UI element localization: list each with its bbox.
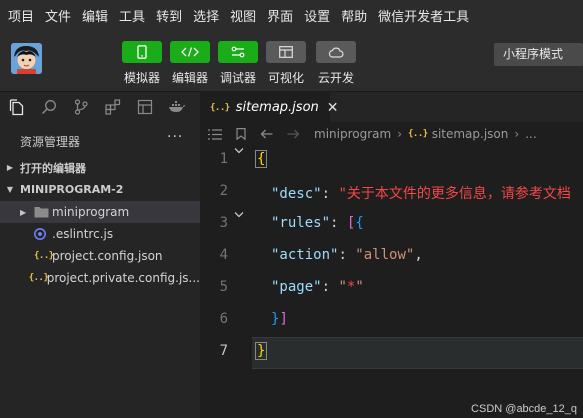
chevron-down-icon: ▼	[6, 185, 14, 194]
project-section[interactable]: ▼ MINIPROGRAM-2	[0, 179, 200, 200]
eslint-icon	[34, 228, 52, 240]
activity-bar	[0, 92, 200, 122]
code-line-2: "desc": "关于本文件的更多信息，请参考文档	[271, 186, 571, 202]
line-number: 7	[219, 343, 228, 359]
simulator-tool[interactable]: 模拟器	[118, 41, 166, 86]
tree-item-project-config[interactable]: {..} project.config.json	[0, 245, 200, 267]
tab-sitemap-json[interactable]: {..} sitemap.json ✕	[200, 92, 339, 122]
breadcrumb-item[interactable]: ...	[525, 127, 536, 141]
current-line-highlight	[252, 337, 583, 369]
folder-icon	[34, 206, 52, 218]
menu-help[interactable]: 帮助	[341, 6, 367, 25]
menu-interface[interactable]: 界面	[267, 6, 293, 25]
project-label: MINIPROGRAM-2	[20, 183, 124, 196]
explorer-icon[interactable]	[7, 97, 27, 117]
line-number: 2	[219, 183, 228, 199]
tree-item-project-private-config[interactable]: {..} project.private.config.js...	[0, 267, 200, 289]
chevron-right-icon: ›	[514, 127, 520, 141]
breadcrumb-item[interactable]: sitemap.json	[432, 127, 509, 141]
editor-tool[interactable]: 编辑器	[166, 41, 214, 86]
phone-icon[interactable]	[122, 41, 162, 63]
debugger-label: 调试器	[219, 71, 256, 85]
menu-view[interactable]: 视图	[230, 6, 256, 25]
mode-select[interactable]: 小程序模式	[494, 43, 583, 66]
menu-select[interactable]: 选择	[193, 6, 219, 25]
json-icon: {..}	[210, 102, 230, 113]
chevron-right-icon: ▶	[6, 163, 14, 172]
tree-item-eslintrc[interactable]: .eslintrc.js	[0, 223, 200, 245]
breadcrumb-item[interactable]: miniprogram	[314, 127, 391, 141]
editor-label: 编辑器	[171, 71, 208, 85]
editor-tab-bar: {..} sitemap.json ✕	[200, 92, 583, 122]
menu-tools[interactable]: 工具	[119, 6, 145, 25]
code-line-3: "rules": [{	[271, 215, 364, 231]
line-number: 1	[219, 151, 228, 167]
simulator-label: 模拟器	[123, 71, 160, 85]
menu-edit[interactable]: 编辑	[82, 6, 108, 25]
json-icon: {..}	[28, 273, 49, 283]
layout-icon[interactable]	[266, 41, 306, 63]
search-icon[interactable]	[39, 97, 59, 117]
tree-item-miniprogram[interactable]: ▶ miniprogram	[0, 201, 200, 223]
code-line-1: {	[255, 150, 268, 168]
line-number: 4	[219, 247, 228, 263]
chevron-right-icon: ›	[397, 127, 402, 141]
bookmark-icon[interactable]	[236, 128, 246, 140]
line-gutter: 1 2 3 4 5 6 7	[200, 146, 252, 418]
cloud-label: 云开发	[317, 71, 354, 85]
code-icon[interactable]	[170, 41, 210, 63]
menu-goto[interactable]: 转到	[156, 6, 182, 25]
forward-arrow-icon[interactable]	[287, 129, 300, 139]
debug-icon[interactable]	[218, 41, 258, 63]
fold-chevron-icon[interactable]	[233, 211, 245, 222]
chevron-right-icon: ▶	[20, 207, 27, 217]
more-actions-button[interactable]: ···	[167, 129, 183, 145]
docker-icon[interactable]	[167, 97, 187, 117]
breadcrumb: miniprogram › {..} sitemap.json › ...	[200, 122, 583, 146]
open-editors-section[interactable]: ▶ 打开的编辑器	[0, 157, 200, 178]
debugger-tool[interactable]: 调试器	[214, 41, 262, 86]
tree-item-label: project.config.json	[52, 249, 163, 263]
line-number: 3	[219, 215, 228, 231]
source-control-icon[interactable]	[71, 97, 91, 117]
json-icon: {..}	[34, 251, 54, 261]
visual-label: 可视化	[267, 71, 304, 85]
tree-item-label: project.private.config.js...	[46, 271, 200, 285]
explorer-sidebar: 资源管理器 ··· ▶ 打开的编辑器 ▼ MINIPROGRAM-2 ▶ min…	[0, 122, 200, 418]
code-line-6: }]	[271, 311, 288, 327]
menu-settings[interactable]: 设置	[304, 6, 330, 25]
explorer-title: 资源管理器	[20, 135, 81, 149]
json-icon: {..}	[408, 129, 428, 139]
tree-item-label: miniprogram	[52, 205, 130, 219]
code-line-7: }	[255, 342, 268, 360]
menu-file[interactable]: 文件	[45, 6, 71, 25]
back-arrow-icon[interactable]	[260, 129, 273, 139]
fold-chevron-icon[interactable]	[233, 147, 245, 158]
open-editors-label: 打开的编辑器	[20, 161, 86, 175]
cloud-icon[interactable]	[316, 41, 356, 63]
cloud-tool[interactable]: 云开发	[312, 41, 360, 86]
line-number: 5	[219, 279, 228, 295]
list-icon[interactable]	[208, 128, 222, 140]
extensions-icon[interactable]	[103, 97, 123, 117]
tree-item-label: .eslintrc.js	[52, 227, 114, 241]
avatar[interactable]	[11, 43, 42, 74]
menu-wechat-devtools[interactable]: 微信开发者工具	[378, 6, 469, 25]
outline-icon[interactable]	[135, 97, 155, 117]
tab-label: sitemap.json	[235, 100, 319, 115]
menu-bar: 项目 文件 编辑 工具 转到 选择 视图 界面 设置 帮助 微信开发者工具	[0, 0, 583, 30]
main-toolbar: 模拟器 编辑器 调试器 可视化 云开发 小程序模式	[0, 30, 583, 92]
visual-tool[interactable]: 可视化	[262, 41, 310, 86]
line-number: 6	[219, 311, 228, 327]
watermark: CSDN @abcde_12_q	[471, 403, 577, 415]
menu-project[interactable]: 项目	[8, 6, 34, 25]
code-line-5: "page": "*"	[271, 279, 364, 295]
close-icon[interactable]: ✕	[327, 100, 339, 116]
code-line-4: "action": "allow",	[271, 247, 423, 263]
code-editor[interactable]: { "desc": "关于本文件的更多信息，请参考文档 "rules": [{ …	[252, 146, 583, 418]
